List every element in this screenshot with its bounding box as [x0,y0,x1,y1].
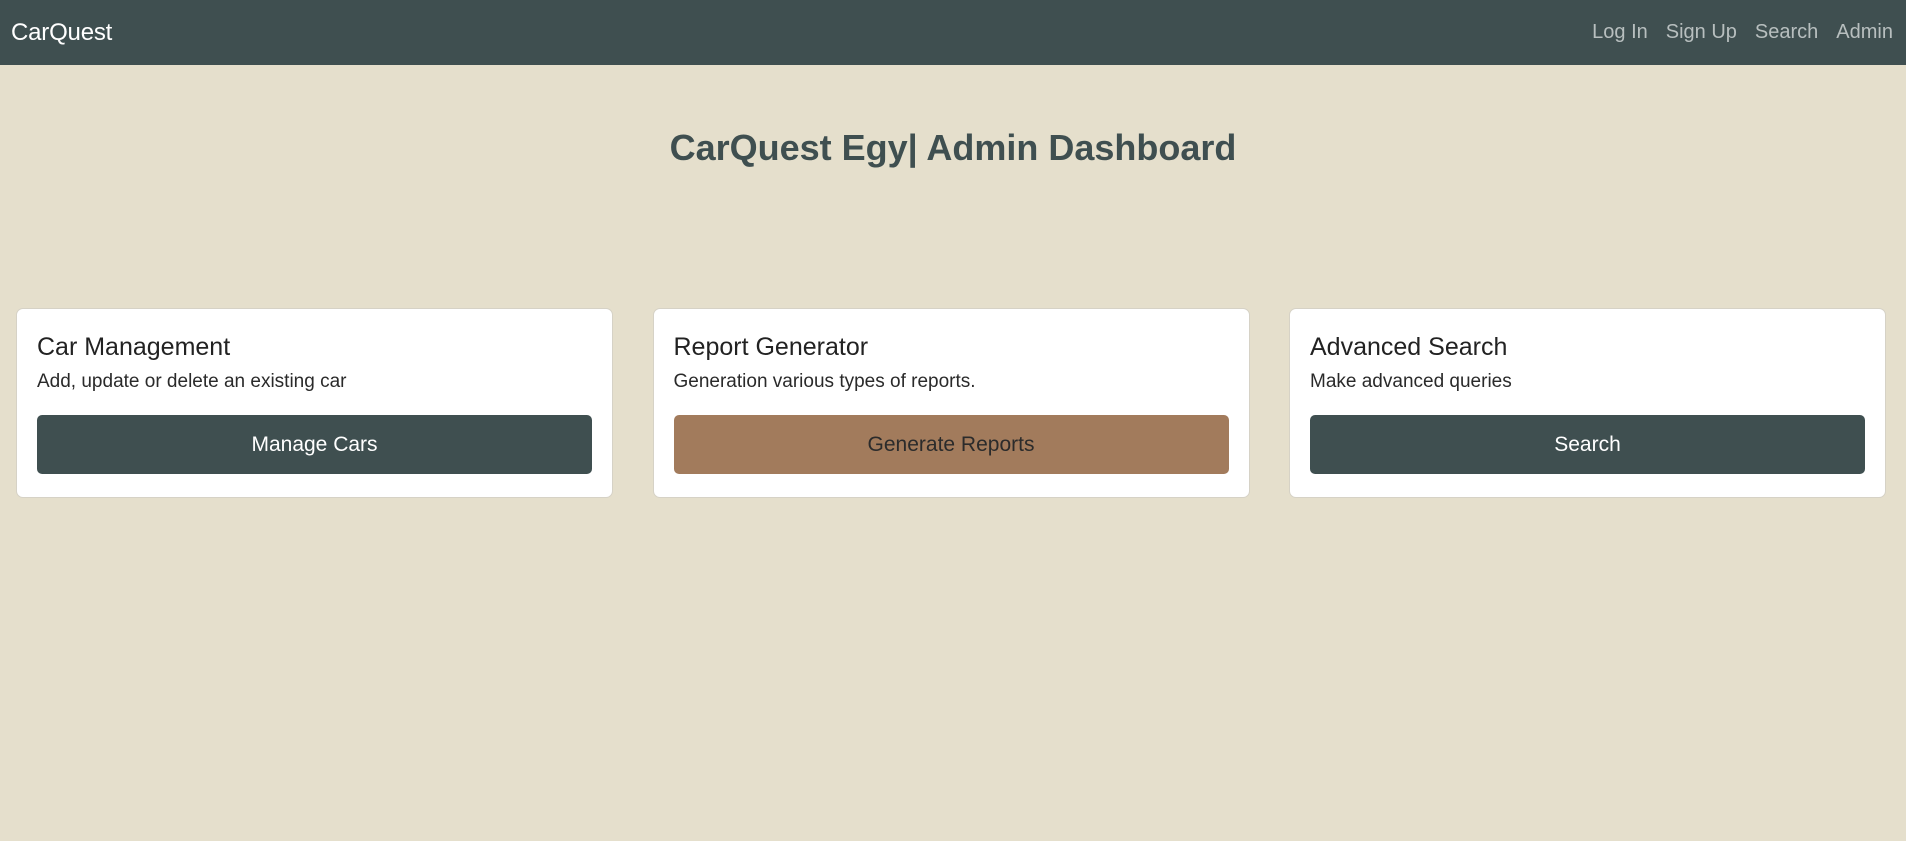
nav-link-login[interactable]: Log In [1592,21,1648,44]
card-title: Report Generator [673,333,869,361]
dashboard-cards: Car Management Add, update or delete an … [16,308,1886,498]
nav-link-signup[interactable]: Sign Up [1666,21,1737,44]
nav-link-admin[interactable]: Admin [1836,21,1893,44]
card-advanced-search: Advanced Search Make advanced queries Se… [1289,308,1886,498]
page-title: CarQuest Egy| Admin Dashboard [669,127,1237,168]
nav-link-search[interactable]: Search [1755,21,1818,44]
top-navbar: CarQuest Log In Sign Up Search Admin [0,0,1906,65]
card-car-management: Car Management Add, update or delete an … [16,308,613,498]
generate-reports-button[interactable]: Generate Reports [673,415,1229,474]
card-report-generator: Report Generator Generation various type… [652,308,1250,498]
nav-links: Log In Sign Up Search Admin [1574,21,1893,44]
card-title: Advanced Search [1310,333,1508,361]
card-text: Make advanced queries [1310,371,1512,392]
manage-cars-button[interactable]: Manage Cars [37,415,592,474]
card-text: Add, update or delete an existing car [37,371,347,392]
brand-link[interactable]: CarQuest [11,19,112,47]
card-title: Car Management [37,333,231,361]
search-button[interactable]: Search [1310,415,1865,474]
card-text: Generation various types of reports. [673,371,976,392]
